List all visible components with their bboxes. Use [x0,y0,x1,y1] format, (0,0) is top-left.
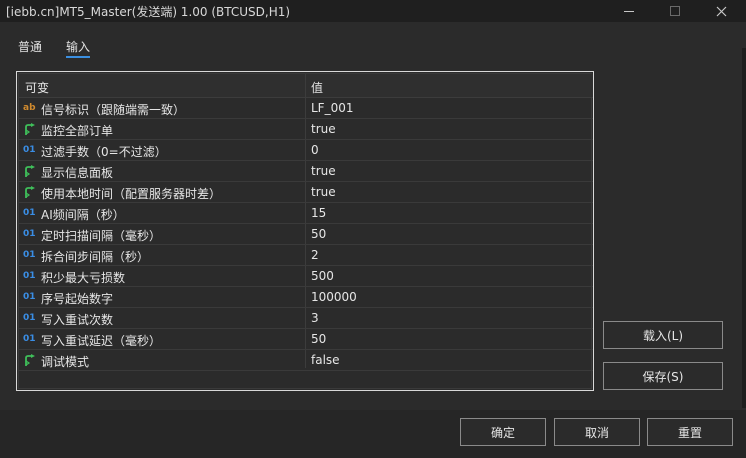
table-row[interactable]: 01 拆合间步间隔（秒） 2 [19,245,593,266]
row-value[interactable]: 50 [311,227,326,241]
bool-arrow-icon [23,354,37,366]
table-row[interactable]: 使用本地时间（配置服务器时差） true [19,182,593,203]
bool-arrow-icon [23,186,37,198]
number-type-icon: 01 [23,313,36,323]
cancel-button[interactable]: 取消 [554,418,640,446]
window-title: [iebb.cn]MT5_Master(发送端) 1.00 (BTCUSD,H1… [6,5,291,19]
row-value[interactable]: 500 [311,269,334,283]
bool-arrow-icon [23,123,37,135]
inputs-grid: 可变 值 ab 信号标识（跟随端需一致） LF_001 监控全部订单 true 01 过滤手… [16,71,594,391]
row-variable-name: 积少最大亏损数 [41,271,126,285]
table-row[interactable]: 01 过滤手数（0=不过滤） 0 [19,140,593,161]
row-variable-name: 写入重试延迟（毫秒） [41,334,162,348]
load-button[interactable]: 载入(L) [603,321,723,349]
minimize-button[interactable] [606,0,652,22]
table-row[interactable]: 调试模式 false [19,350,593,371]
ok-button[interactable]: 确定 [460,418,546,446]
row-variable-name: 监控全部订单 [41,124,114,138]
row-variable-name: 写入重试次数 [41,313,114,327]
row-variable-name: 过滤手数（0=不过滤） [41,145,167,159]
table-row[interactable]: ab 信号标识（跟随端需一致） LF_001 [19,98,593,119]
row-variable-name: 显示信息面板 [41,166,114,180]
row-variable-name: 拆合间步间隔（秒） [41,250,150,264]
table-row[interactable]: 监控全部订单 true [19,119,593,140]
number-type-icon: 01 [23,229,36,239]
number-type-icon: 01 [23,334,36,344]
row-variable-name: 序号起始数字 [41,292,114,306]
close-icon [716,6,726,16]
header-variable[interactable]: 可变 [25,79,49,96]
number-type-icon: 01 [23,271,36,281]
row-value[interactable]: true [311,185,336,199]
row-value[interactable]: true [311,122,336,136]
table-row[interactable]: 01 AI频间隔（秒） 15 [19,203,593,224]
maximize-icon [670,6,680,16]
number-type-icon: 01 [23,292,36,302]
tab-inputs[interactable]: 输入 [66,38,91,58]
table-row[interactable]: 显示信息面板 true [19,161,593,182]
row-value[interactable]: 2 [311,248,319,262]
grid-rows: ab 信号标识（跟随端需一致） LF_001 监控全部订单 true 01 过滤手数（0=不… [19,98,593,371]
row-variable-name: 使用本地时间（配置服务器时差） [41,187,222,201]
tab-bar: 普通 输入 [0,32,746,60]
window-edge [742,48,746,408]
maximize-button[interactable] [652,0,698,22]
row-value[interactable]: 50 [311,332,326,346]
row-value[interactable]: 100000 [311,290,357,304]
number-type-icon: 01 [23,145,36,155]
row-variable-name: AI频间隔（秒） [41,208,125,222]
table-row[interactable]: 01 积少最大亏损数 500 [19,266,593,287]
row-value[interactable]: 15 [311,206,326,220]
table-row[interactable]: 01 序号起始数字 100000 [19,287,593,308]
table-row[interactable]: 01 写入重试延迟（毫秒） 50 [19,329,593,350]
table-row[interactable]: 01 写入重试次数 3 [19,308,593,329]
row-variable-name: 信号标识（跟随端需一致） [41,103,186,117]
active-tab-indicator [66,56,91,58]
tab-general[interactable]: 普通 [18,38,42,55]
number-type-icon: 01 [23,250,36,260]
reset-button[interactable]: 重置 [647,418,733,446]
row-variable-name: 调试模式 [41,355,90,369]
row-value[interactable]: false [311,353,340,367]
row-value[interactable]: true [311,164,336,178]
grid-header: 可变 值 [19,74,593,98]
number-type-icon: 01 [23,208,36,218]
minimize-icon [624,10,634,12]
row-value[interactable]: 0 [311,143,319,157]
header-value[interactable]: 值 [311,79,323,96]
row-value[interactable]: 3 [311,311,319,325]
row-variable-name: 定时扫描间隔（毫秒） [41,229,162,243]
string-type-icon: ab [23,103,36,113]
bool-arrow-icon [23,165,37,177]
inputs-grid-inner: 可变 值 ab 信号标识（跟随端需一致） LF_001 监控全部订单 true 01 过滤手… [18,73,593,389]
save-button[interactable]: 保存(S) [603,362,723,390]
close-button[interactable] [698,0,744,22]
table-row[interactable]: 01 定时扫描间隔（毫秒） 50 [19,224,593,245]
title-bar: [iebb.cn]MT5_Master(发送端) 1.00 (BTCUSD,H1… [0,0,746,22]
row-value[interactable]: LF_001 [311,101,354,115]
tab-inputs-label: 输入 [66,40,91,54]
